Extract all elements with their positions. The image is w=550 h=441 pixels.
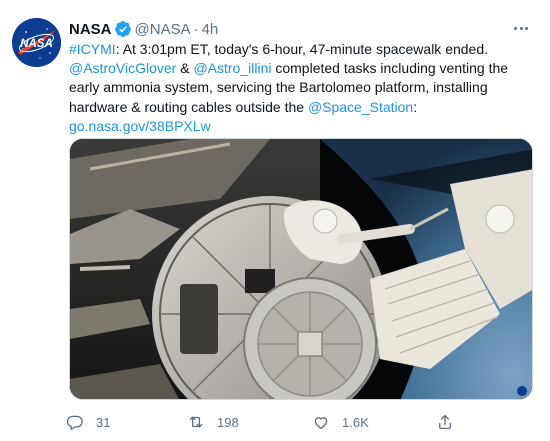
mention-astro-illini[interactable]: @Astro_illini	[193, 60, 271, 76]
like-count: 1.6K	[342, 414, 369, 430]
share-icon	[439, 414, 451, 430]
tweet-text: #ICYMI: At 3:01pm ET, today's 6-hour, 47…	[69, 40, 534, 136]
reply-icon	[66, 415, 83, 431]
tweet-media-image[interactable]	[69, 138, 533, 400]
retweet-icon	[189, 416, 203, 428]
more-icon[interactable]	[510, 17, 532, 39]
like-icon	[314, 417, 328, 430]
retweet-button[interactable]: 198	[187, 411, 239, 433]
author-handle[interactable]: @NASA	[135, 21, 191, 38]
short-url-link[interactable]: go.nasa.gov/38BPXLw	[69, 118, 211, 134]
tweet-actions: 31 198 1.6K	[66, 411, 536, 433]
mention-astrovicglover[interactable]: @AstroVicGlover	[69, 60, 176, 76]
mention-space-station[interactable]: @Space_Station	[308, 99, 413, 115]
author-name[interactable]: NASA	[69, 21, 112, 38]
tweet-text-part3: :	[413, 98, 418, 115]
tweet-header: NASA @NASA · 4h	[69, 19, 218, 39]
separator-dot: ·	[193, 20, 199, 38]
tweet-text-amp: &	[176, 60, 194, 77]
share-button[interactable]	[436, 411, 466, 433]
hashtag-link[interactable]: #ICYMI	[69, 41, 116, 57]
nasa-logo: NASA	[12, 18, 61, 67]
tweet[interactable]: NASA NASA @NASA · 4h #ICYMI: At 3:01pm E…	[0, 0, 550, 441]
like-button[interactable]: 1.6K	[312, 411, 369, 433]
timestamp[interactable]: 4h	[202, 21, 219, 38]
tweet-text-part1: : At 3:01pm ET, today's 6-hour, 47-minut…	[115, 41, 489, 57]
verified-badge-icon	[114, 21, 131, 37]
reply-button[interactable]: 31	[66, 411, 110, 433]
retweet-count: 198	[217, 414, 239, 430]
avatar[interactable]: NASA	[12, 18, 61, 67]
nasa-logo-text: NASA	[20, 38, 53, 50]
nasa-watermark-icon	[517, 386, 527, 396]
spacewalk-photo	[70, 139, 532, 399]
reply-count: 31	[96, 414, 111, 430]
